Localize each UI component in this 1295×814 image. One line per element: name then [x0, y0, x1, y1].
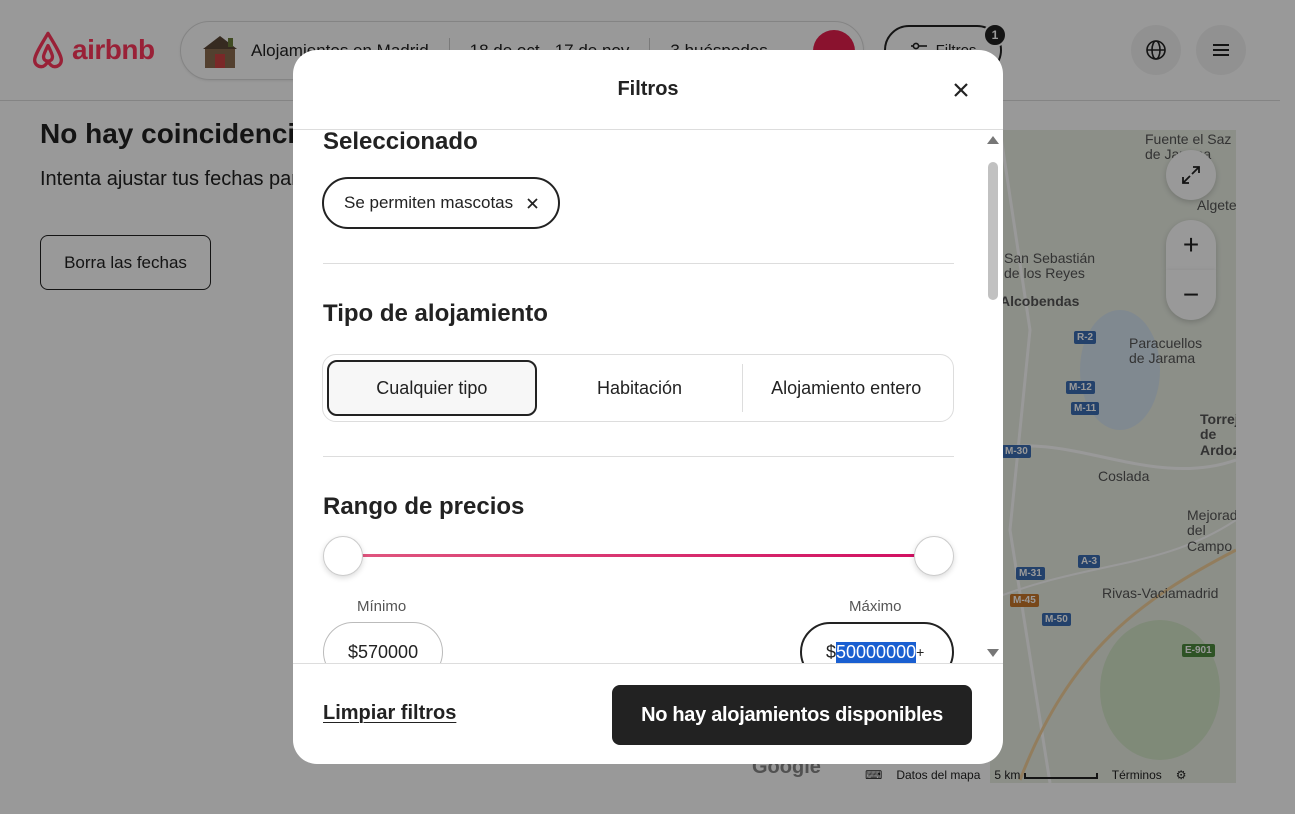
type-option-room[interactable]: Habitación	[537, 360, 743, 416]
show-results-button[interactable]: No hay alojamientos disponibles	[612, 685, 972, 745]
chip-label: Se permiten mascotas	[344, 193, 514, 212]
selected-section-title: Seleccionado	[323, 130, 478, 155]
price-slider-max-handle[interactable]	[914, 536, 954, 576]
type-option-entire[interactable]: Alojamiento entero	[743, 360, 949, 416]
price-section-title: Rango de precios	[323, 493, 525, 520]
type-option-any[interactable]: Cualquier tipo	[327, 360, 537, 416]
price-slider-track[interactable]	[343, 554, 934, 557]
modal-footer: Limpiar filtros No hay alojamientos disp…	[293, 663, 1003, 764]
remove-chip-icon[interactable]	[527, 197, 538, 209]
filters-modal: Filtros Seleccionado Se permiten mascota…	[293, 50, 1003, 764]
max-price-label: Máximo	[849, 598, 902, 615]
clear-filters-link[interactable]: Limpiar filtros	[323, 702, 456, 725]
type-section-title: Tipo de alojamiento	[323, 300, 548, 327]
min-price-input[interactable]: $570000	[323, 622, 443, 663]
modal-scrollbar[interactable]	[986, 130, 1000, 663]
price-slider-min-handle[interactable]	[323, 536, 363, 576]
modal-body[interactable]: Seleccionado Se permiten mascotas Tipo d…	[293, 130, 1003, 663]
close-icon	[954, 83, 968, 97]
scroll-up-icon[interactable]	[987, 136, 999, 144]
min-price-value: $570000	[348, 641, 419, 662]
scrollbar-thumb[interactable]	[988, 162, 998, 300]
max-price-input[interactable]: $50000000 +	[800, 622, 954, 663]
max-price-suffix: +	[916, 644, 925, 660]
place-type-selector: Cualquier tipo Habitación Alojamiento en…	[322, 354, 954, 422]
selected-filter-chip[interactable]: Se permiten mascotas	[322, 177, 561, 229]
modal-header: Filtros	[293, 50, 1003, 130]
scroll-down-icon[interactable]	[987, 649, 999, 657]
min-price-label: Mínimo	[357, 598, 407, 615]
max-price-value: 50000000	[836, 641, 917, 663]
close-button[interactable]	[947, 76, 975, 104]
section-divider	[323, 456, 954, 457]
modal-title: Filtros	[617, 78, 679, 100]
max-price-prefix: $	[826, 641, 837, 662]
section-divider	[323, 263, 954, 264]
